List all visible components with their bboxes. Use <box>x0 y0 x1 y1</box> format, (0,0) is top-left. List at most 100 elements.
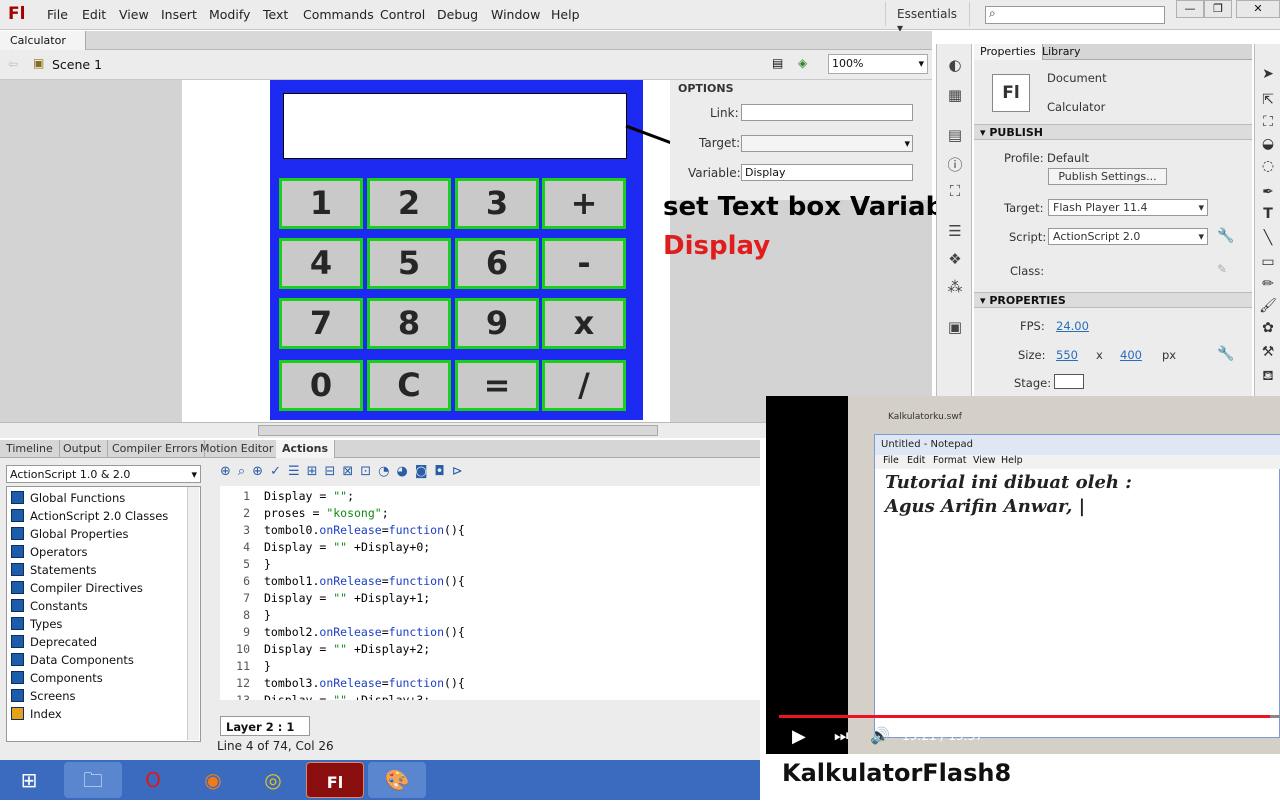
actions-toolbar[interactable]: ⊕⌕⊕✓☰⊞⊟⊠⊡◔◕◙◘⊳ <box>220 464 550 482</box>
toolbox-item[interactable]: Types <box>11 617 62 631</box>
script-editor[interactable]: 1 Display = ""; 2 proses = "kosong"; 3 tombol… <box>220 486 760 700</box>
volume-icon[interactable]: 🔊 <box>870 726 890 745</box>
calc-button[interactable]: 9 <box>455 298 539 349</box>
toolbox-item[interactable]: Compiler Directives <box>11 581 143 595</box>
code-line[interactable]: tombol3.onRelease=function(){ <box>264 676 465 690</box>
subselection-tool-icon[interactable]: ⇱ <box>1259 92 1277 110</box>
rectangle-tool-icon[interactable]: ▭ <box>1259 254 1277 272</box>
color-icon[interactable]: ◐ <box>945 56 965 74</box>
lasso-icon[interactable]: ◌ <box>1259 158 1277 176</box>
bone-tool-icon[interactable]: ⚒ <box>1259 344 1277 362</box>
play-icon[interactable]: ▶ <box>792 726 806 747</box>
deco-tool-icon[interactable]: ✿ <box>1259 320 1277 338</box>
brush-tool-icon[interactable]: 🖌 <box>1259 298 1277 316</box>
tab-actions[interactable]: Actions <box>276 440 335 458</box>
3d-rotation-icon[interactable]: ◒ <box>1259 136 1277 154</box>
calc-button[interactable]: x <box>542 298 626 349</box>
toolbox-scrollbar[interactable] <box>187 487 199 740</box>
pencil-icon[interactable]: ✎ <box>1217 262 1227 276</box>
tab-motion-editor[interactable]: Motion Editor <box>194 440 281 458</box>
toolbox-item[interactable]: Global Properties <box>11 527 128 541</box>
edit-symbols-icon[interactable]: ◈ <box>798 56 807 70</box>
chrome-icon[interactable]: ◎ <box>244 762 302 798</box>
code-line[interactable]: } <box>264 608 271 622</box>
code-line[interactable]: Display = "" +Display+2; <box>264 642 430 656</box>
free-transform-icon[interactable]: ⛶ <box>1259 114 1277 132</box>
opera-icon[interactable]: O <box>124 762 182 798</box>
target-select[interactable]: ▾ <box>741 135 913 152</box>
menu-commands[interactable]: Commands <box>303 7 374 22</box>
pen-tool-icon[interactable]: ✒ <box>1259 184 1277 202</box>
toolbox-item[interactable]: Constants <box>11 599 88 613</box>
components-icon[interactable]: ❖ <box>945 250 965 268</box>
start-button[interactable]: ⊞ <box>0 762 58 798</box>
explorer-icon[interactable]: 🗀 <box>64 762 122 798</box>
menu-control[interactable]: Control <box>380 7 425 22</box>
wrench-icon[interactable]: 🔧 <box>1217 346 1234 362</box>
width-value[interactable]: 550 <box>1056 348 1078 362</box>
text-tool-icon[interactable]: T <box>1259 206 1277 224</box>
edit-scene-icon[interactable]: ▤ <box>772 56 783 70</box>
swatches-icon[interactable]: ▦ <box>945 86 965 104</box>
tab-timeline[interactable]: Timeline <box>0 440 60 458</box>
motion-presets-icon[interactable]: ⁂ <box>945 278 965 296</box>
script-select[interactable]: ActionScript 2.0 ▾ <box>1048 228 1208 245</box>
fps-value[interactable]: 24.00 <box>1056 319 1089 333</box>
calc-button[interactable]: 0 <box>279 360 363 411</box>
pencil-tool-icon[interactable]: ✏ <box>1259 276 1277 294</box>
zoom-select[interactable]: 100% ▾ <box>828 54 928 74</box>
scene-label[interactable]: Scene 1 <box>52 57 102 72</box>
transform-icon[interactable]: ⛶ <box>945 182 965 200</box>
calc-button[interactable]: 6 <box>455 238 539 289</box>
toolbox-item[interactable]: Components <box>11 671 103 685</box>
target-select[interactable]: Flash Player 11.4 ▾ <box>1048 199 1208 216</box>
line-tool-icon[interactable]: ╲ <box>1259 230 1277 248</box>
toolbox-item[interactable]: Operators <box>11 545 87 559</box>
tab-output[interactable]: Output <box>57 440 109 458</box>
movie-explorer-icon[interactable]: ▣ <box>945 318 965 336</box>
toolbox-item[interactable]: Statements <box>11 563 97 577</box>
back-arrow-icon[interactable]: ⇦ <box>8 57 18 71</box>
menu-modify[interactable]: Modify <box>209 7 250 22</box>
tab-calculator[interactable]: Calculator ✕ <box>0 31 86 60</box>
code-line[interactable]: tombol2.onRelease=function(){ <box>264 625 465 639</box>
code-line[interactable]: tombol0.onRelease=function(){ <box>264 523 465 537</box>
code-line[interactable]: Display = "" +Display+0; <box>264 540 430 554</box>
toolbox-item[interactable]: Data Components <box>11 653 134 667</box>
close-button[interactable]: ✕ <box>1236 0 1280 18</box>
toolbox-item[interactable]: Index <box>11 707 62 721</box>
code-line[interactable]: } <box>264 659 271 673</box>
workspace-switcher[interactable]: Essentials ▾ <box>885 2 970 35</box>
code-line[interactable]: Display = "" +Display+3; <box>264 693 430 700</box>
menu-insert[interactable]: Insert <box>161 7 197 22</box>
tab-compiler-errors[interactable]: Compiler Errors <box>106 440 205 458</box>
display-textbox[interactable] <box>283 93 627 159</box>
toolbox-item[interactable]: ActionScript 2.0 Classes <box>11 509 168 523</box>
link-field[interactable] <box>741 104 913 121</box>
firefox-icon[interactable]: ◉ <box>184 762 242 798</box>
menu-help[interactable]: Help <box>551 7 580 22</box>
layer-tab[interactable]: Layer 2 : 1 <box>220 716 310 736</box>
menu-text[interactable]: Text <box>263 7 288 22</box>
publish-section[interactable]: ▾ PUBLISH <box>974 124 1252 140</box>
menu-file[interactable]: File <box>47 7 68 22</box>
code-line[interactable]: Display = ""; <box>264 489 354 503</box>
menu-debug[interactable]: Debug <box>437 7 478 22</box>
scroll-thumb[interactable] <box>258 425 658 436</box>
height-value[interactable]: 400 <box>1120 348 1142 362</box>
toolbox-item[interactable]: Deprecated <box>11 635 97 649</box>
flash-icon[interactable]: Fl <box>306 762 364 798</box>
video-progress[interactable] <box>779 715 1280 718</box>
paint-bucket-icon[interactable]: ⛾ <box>1259 368 1277 386</box>
code-line[interactable]: Display = "" +Display+1; <box>264 591 430 605</box>
code-line[interactable]: } <box>264 557 271 571</box>
tab-library[interactable]: Library <box>1036 44 1086 60</box>
code-line[interactable]: tombol1.onRelease=function(){ <box>264 574 465 588</box>
wrench-icon[interactable]: 🔧 <box>1217 228 1234 244</box>
calc-button[interactable]: 8 <box>367 298 451 349</box>
calc-button[interactable]: 4 <box>279 238 363 289</box>
calc-button[interactable]: 5 <box>367 238 451 289</box>
menu-view[interactable]: View <box>119 7 149 22</box>
next-icon[interactable]: ⏭ <box>834 726 848 746</box>
history-icon[interactable]: ☰ <box>945 222 965 240</box>
